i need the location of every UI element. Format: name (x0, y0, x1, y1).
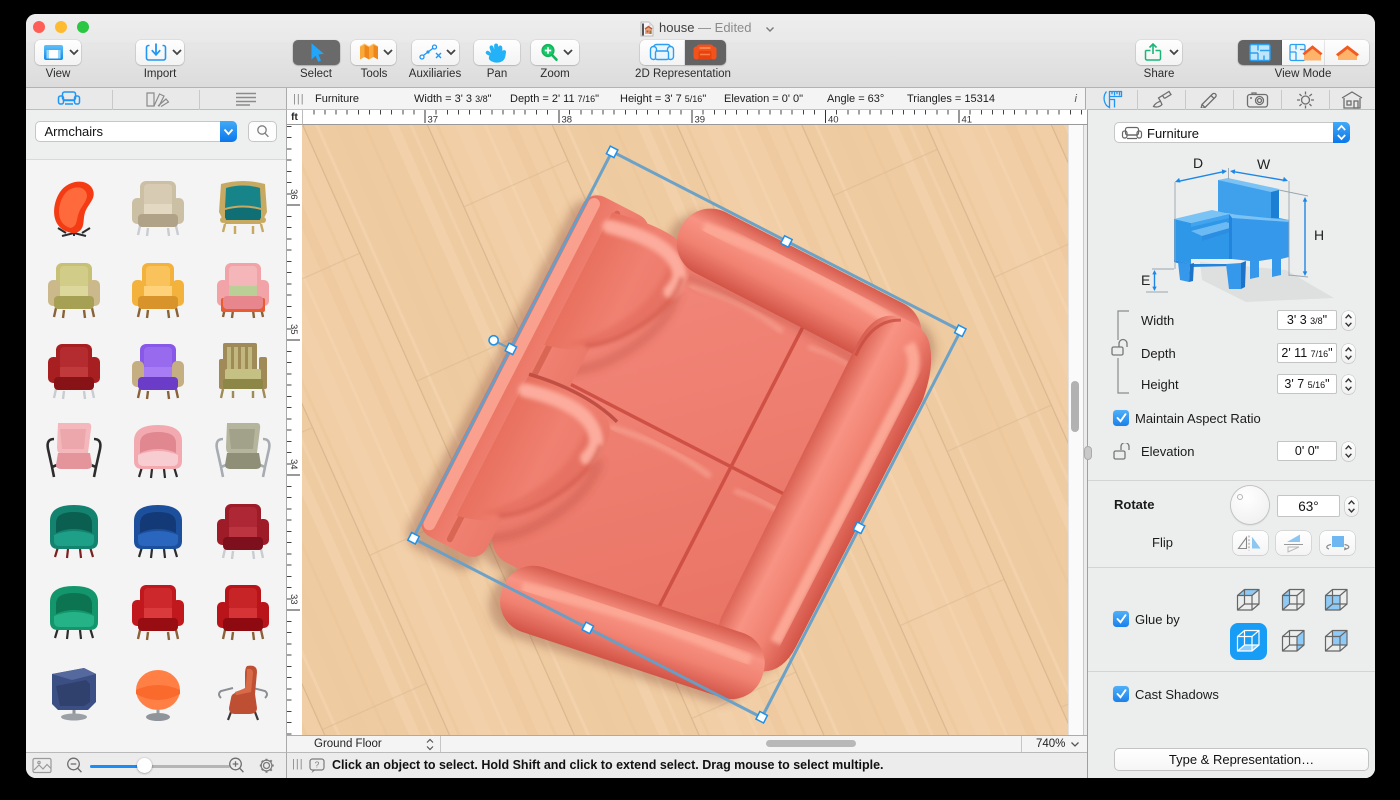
svg-text:39: 39 (695, 115, 706, 126)
svg-text:W: W (1257, 156, 1271, 172)
svg-text:34: 34 (288, 459, 299, 470)
svg-text:H: H (1314, 227, 1324, 243)
svg-text:33: 33 (288, 594, 299, 605)
svg-text:D: D (1193, 156, 1203, 171)
svg-text:35: 35 (288, 324, 299, 335)
svg-text:E: E (1141, 272, 1150, 288)
svg-text:38: 38 (562, 115, 573, 126)
svg-text:36: 36 (288, 189, 299, 200)
svg-text:37: 37 (428, 115, 439, 126)
svg-text:41: 41 (962, 115, 973, 126)
svg-text:?: ? (315, 760, 320, 770)
svg-text:40: 40 (828, 115, 839, 126)
